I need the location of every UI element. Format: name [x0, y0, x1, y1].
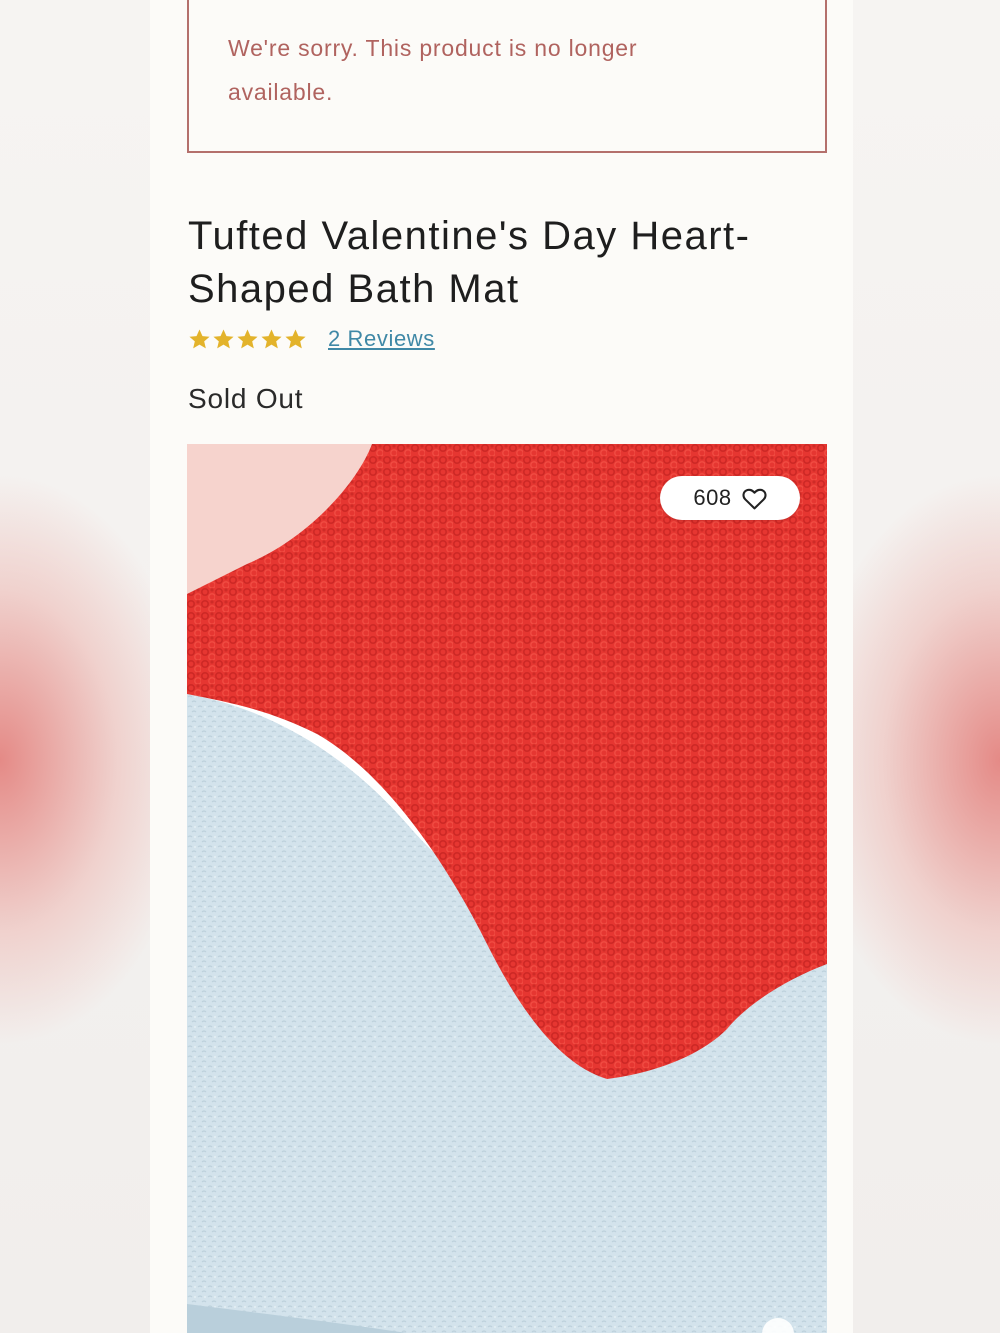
star-icon	[189, 328, 210, 348]
like-button[interactable]: 608	[660, 476, 800, 520]
notice-message-line2: available.	[228, 79, 334, 105]
unavailable-notice: We're sorry. This product is no longer a…	[187, 0, 827, 153]
product-title-line2: Shaped Bath Mat	[188, 267, 520, 311]
notice-message-line1: We're sorry. This product is no longer	[228, 35, 638, 61]
bath-mat-photo	[187, 444, 827, 1333]
product-title: Tufted Valentine's Day Heart- Shaped Bat…	[188, 210, 828, 316]
star-icon	[213, 328, 234, 348]
product-page: We're sorry. This product is no longer a…	[150, 0, 853, 1333]
product-image[interactable]: 608	[187, 444, 827, 1333]
like-count: 608	[693, 485, 732, 510]
product-title-line1: Tufted Valentine's Day Heart-	[188, 214, 751, 258]
star-rating	[188, 328, 307, 351]
heart-icon	[742, 488, 767, 509]
stock-status: Sold Out	[188, 383, 304, 414]
star-icon	[285, 328, 306, 348]
reviews-link[interactable]: 2 Reviews	[328, 326, 435, 352]
rating-row: 2 Reviews	[188, 322, 435, 356]
star-icon	[261, 328, 282, 348]
star-icon	[237, 328, 258, 348]
